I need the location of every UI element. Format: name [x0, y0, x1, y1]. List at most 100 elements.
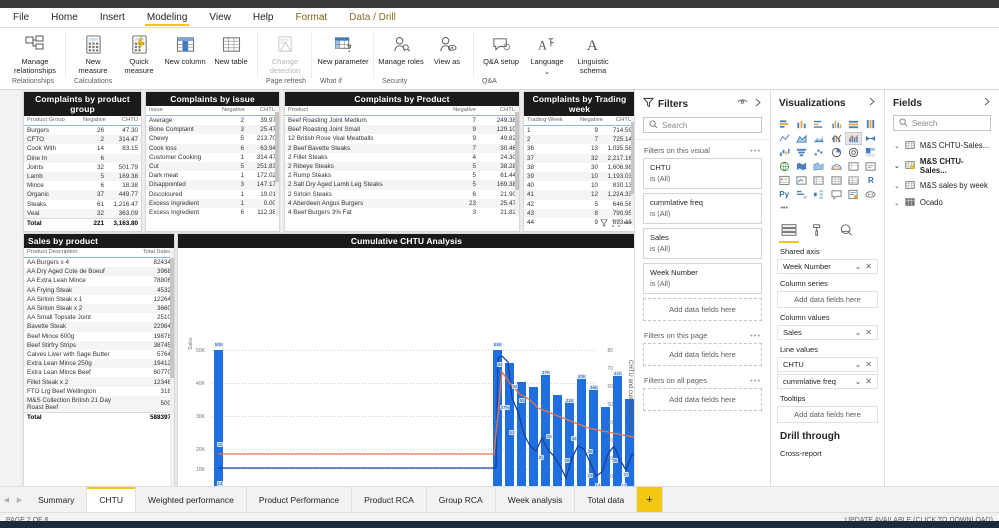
table-row[interactable]: 42 5 646.56 [524, 200, 634, 209]
page-tab-chtu[interactable]: CHTU [87, 487, 136, 512]
scroll-thumb[interactable] [170, 258, 174, 378]
table-row[interactable]: Beef Roasting Joint Medium 7 249.38 [285, 116, 519, 126]
table-row[interactable]: 2 Ribeye Steaks 5 38.28 [285, 161, 519, 172]
col-header[interactable]: Negative [80, 116, 107, 126]
chevron-down-icon[interactable]: ⌄ [894, 199, 900, 207]
table-complaints-by-product[interactable]: Product Negative CHTU Beef Roasting Join… [285, 106, 519, 216]
chevron-down-icon[interactable]: ⌄ [855, 262, 862, 271]
well-drop-tooltips[interactable]: Add data fields here [777, 406, 878, 423]
filter-card-cummlative-freq[interactable]: cummlative freq is (All) [643, 193, 762, 224]
line-clustered-column-chart-icon[interactable] [845, 132, 862, 145]
table-row[interactable]: 38 30 1,606.98 [524, 163, 634, 172]
table-row[interactable]: Calves Liver with Sage Butter 5764 [24, 350, 174, 359]
table-row[interactable]: Fillet Steak x 2 12346 [24, 377, 174, 387]
py-visual-icon[interactable]: Py [776, 188, 792, 201]
table-complaints-by-product-group[interactable]: Product Group Negative CHTU Burgers 26 47.… [24, 116, 141, 226]
col-header[interactable]: Issue [146, 106, 219, 116]
table-row[interactable]: 2 7 725.14 [524, 135, 634, 145]
table-scrollbar[interactable] [170, 248, 174, 486]
line-chart-icon[interactable] [776, 132, 792, 145]
prev-page-arrow-icon[interactable]: ◀ [0, 487, 13, 512]
card-icon[interactable] [863, 160, 879, 173]
table-row[interactable]: Steaks 61 1,216.47 [24, 200, 141, 209]
table-row[interactable]: 2 Salt Dry Aged Lamb Leg Steaks 5 169.38 [285, 180, 519, 190]
gauge-icon[interactable] [845, 160, 861, 173]
collapse-pane-icon[interactable] [868, 97, 876, 109]
table-row[interactable]: 4 Beef Burgers 3% Fat 3 21.82 [285, 208, 519, 216]
chevron-down-icon[interactable]: ⌄ [894, 162, 900, 170]
fields-table-row[interactable]: ⌄ Ocado [885, 194, 999, 211]
remove-field-icon[interactable]: ✕ [865, 377, 872, 386]
table-row[interactable]: Beef Stirfry Strips 38745 [24, 340, 174, 350]
add-page-button[interactable]: + [637, 487, 663, 512]
ribbon-tab-modeling[interactable]: Modeling [136, 8, 199, 27]
ribbon-tab-file[interactable]: File [2, 8, 40, 27]
table-row[interactable]: Lamb 5 169.38 [24, 171, 141, 182]
arcgis-map-icon[interactable] [828, 160, 844, 173]
filter-dropzone-all-pages[interactable]: Add data fields here [643, 388, 762, 411]
language-button[interactable]: A Language ⌄ [524, 28, 570, 76]
filter-card-chtu[interactable]: CHTU is (All) [643, 158, 762, 189]
col-header[interactable]: Negative [447, 106, 479, 116]
filter-icon[interactable] [599, 219, 608, 229]
shape-map-icon[interactable] [811, 160, 827, 173]
table-row[interactable]: 12 British Rose Veal Meatballs 9 49.82 [285, 134, 519, 143]
visual-complaints-by-trading-week[interactable]: Complaints by Trading week Trading Week … [523, 91, 634, 232]
table-row[interactable]: Cook loss 6 63.94 [146, 143, 279, 153]
table-row[interactable]: 43 8 790.95 [524, 208, 634, 218]
collapse-pane-icon[interactable] [983, 97, 991, 109]
table-row[interactable]: 37 32 2,217.16 [524, 153, 634, 163]
table-row[interactable]: 4 Aberdeen Angus Burgers 23 25.47 [285, 198, 519, 208]
decomposition-tree-icon[interactable] [811, 188, 827, 201]
plot-area[interactable]: 50K 55K 37K 32K 40K 36K 41K 14 22 84 62 … [212, 342, 634, 486]
table-scrollbar[interactable] [275, 106, 279, 216]
table-row[interactable]: Discoloured 1 19.01 [146, 190, 279, 199]
visual-complaints-by-issue[interactable]: Complaints by issue Issue Negative CHTU … [145, 91, 280, 232]
table-row[interactable]: Customer Cooking 1 314.47 [146, 153, 279, 162]
table-row[interactable]: M&S Collection British 21 Day Roast Beef… [24, 395, 174, 413]
focus-mode-icon[interactable] [612, 219, 620, 229]
matrix-icon[interactable] [845, 174, 861, 187]
fields-table-row[interactable]: ⌄ M&S sales by week [885, 177, 999, 194]
col-header[interactable]: Negative [219, 106, 247, 116]
language-caret[interactable]: ⌄ [544, 67, 550, 76]
col-header[interactable]: Trading Week [524, 116, 577, 126]
multi-row-card-icon[interactable]: AV [776, 174, 792, 187]
table-row[interactable]: 40 10 830.13 [524, 181, 634, 190]
col-header[interactable]: Total Sales [132, 248, 174, 258]
table-row[interactable]: AA Extra Lean Mince 78806 [24, 276, 174, 285]
visual-pane-tabs[interactable] [771, 217, 884, 242]
visual-complaints-by-product[interactable]: Complaints by Product Product Negative C… [284, 91, 520, 232]
table-icon[interactable] [828, 174, 844, 187]
view-as-button[interactable]: View as [424, 28, 470, 66]
bar-sales[interactable] [613, 376, 622, 486]
col-header[interactable]: CHTU [601, 116, 634, 126]
manage-relationships-button[interactable]: Manage relationships [8, 28, 62, 75]
remove-field-icon[interactable]: ✕ [865, 328, 872, 337]
qa-setup-button[interactable]: Q&A setup [478, 28, 524, 66]
ribbon-chart-icon[interactable] [863, 132, 879, 145]
page-tab-total-data[interactable]: Total data [575, 487, 638, 512]
table-row[interactable]: Excess Ingredient 6 112.38 [146, 208, 279, 216]
100-stacked-column-chart-icon[interactable] [863, 118, 879, 131]
ribbon-tab-data-drill[interactable]: Data / Drill [338, 8, 407, 27]
table-row[interactable]: 2 Beef Bavette Steaks 7 30.46 [285, 143, 519, 153]
well-field-chtu[interactable]: CHTU ⌄ ✕ [777, 357, 878, 372]
chevron-down-icon[interactable]: ⌄ [894, 182, 900, 190]
visual-cumulative-chtu-analysis[interactable]: Cumulative CHTU Analysis Sales 50K 40K 3… [177, 233, 634, 486]
table-row[interactable]: 39 10 1,193.03 [524, 171, 634, 182]
table-row[interactable]: AA Dry Aged Cote de Boeuf 3968 [24, 267, 174, 277]
visual-sales-by-product[interactable]: Sales by product Product Description Tot… [23, 233, 175, 486]
scroll-thumb[interactable] [631, 122, 634, 194]
kpi-icon[interactable] [793, 174, 809, 187]
visual-type-gallery[interactable]: AV R Py ••• [771, 115, 884, 217]
filter-card-sales[interactable]: Sales is (All) [643, 228, 762, 259]
more-options-icon[interactable]: ••• [750, 331, 761, 340]
more-options-icon[interactable]: ••• [776, 202, 792, 215]
slicer-icon[interactable] [811, 174, 827, 187]
col-header[interactable]: Product Description [24, 248, 132, 258]
new-parameter-button[interactable]: New parameter [316, 28, 370, 66]
scroll-thumb[interactable] [275, 112, 279, 182]
table-row[interactable]: Mince 6 18.38 [24, 181, 141, 190]
col-header[interactable]: CHTU [479, 106, 519, 116]
